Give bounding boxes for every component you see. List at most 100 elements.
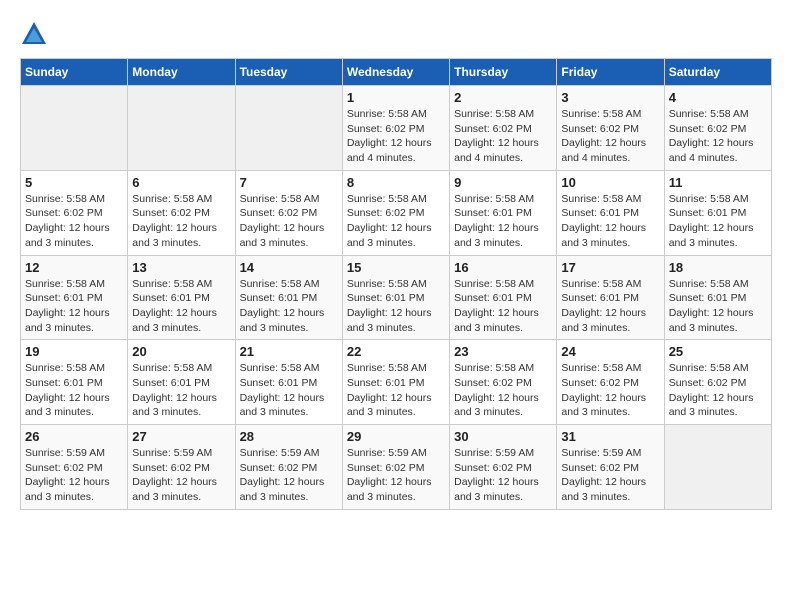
day-number: 19 bbox=[25, 344, 123, 359]
day-info: Sunrise: 5:58 AM Sunset: 6:02 PM Dayligh… bbox=[454, 107, 552, 166]
day-number: 5 bbox=[25, 175, 123, 190]
day-info: Sunrise: 5:58 AM Sunset: 6:01 PM Dayligh… bbox=[132, 277, 230, 336]
day-number: 30 bbox=[454, 429, 552, 444]
calendar-cell bbox=[21, 86, 128, 171]
day-info: Sunrise: 5:58 AM Sunset: 6:01 PM Dayligh… bbox=[347, 277, 445, 336]
day-info: Sunrise: 5:58 AM Sunset: 6:01 PM Dayligh… bbox=[454, 277, 552, 336]
day-info: Sunrise: 5:58 AM Sunset: 6:02 PM Dayligh… bbox=[669, 107, 767, 166]
calendar-cell: 7 Sunrise: 5:58 AM Sunset: 6:02 PM Daylig… bbox=[235, 170, 342, 255]
header-saturday: Saturday bbox=[664, 59, 771, 86]
day-number: 2 bbox=[454, 90, 552, 105]
calendar-cell: 21 Sunrise: 5:58 AM Sunset: 6:01 PM Dayli… bbox=[235, 340, 342, 425]
calendar-week-row: 19 Sunrise: 5:58 AM Sunset: 6:01 PM Dayli… bbox=[21, 340, 772, 425]
calendar-cell: 15 Sunrise: 5:58 AM Sunset: 6:01 PM Dayli… bbox=[342, 255, 449, 340]
day-info: Sunrise: 5:58 AM Sunset: 6:02 PM Dayligh… bbox=[669, 361, 767, 420]
calendar-week-row: 26 Sunrise: 5:59 AM Sunset: 6:02 PM Dayli… bbox=[21, 425, 772, 510]
day-number: 31 bbox=[561, 429, 659, 444]
day-info: Sunrise: 5:58 AM Sunset: 6:02 PM Dayligh… bbox=[347, 107, 445, 166]
day-info: Sunrise: 5:59 AM Sunset: 6:02 PM Dayligh… bbox=[25, 446, 123, 505]
header-monday: Monday bbox=[128, 59, 235, 86]
day-info: Sunrise: 5:58 AM Sunset: 6:02 PM Dayligh… bbox=[25, 192, 123, 251]
day-info: Sunrise: 5:58 AM Sunset: 6:01 PM Dayligh… bbox=[240, 277, 338, 336]
day-number: 21 bbox=[240, 344, 338, 359]
calendar-cell: 16 Sunrise: 5:58 AM Sunset: 6:01 PM Dayli… bbox=[450, 255, 557, 340]
calendar-cell: 8 Sunrise: 5:58 AM Sunset: 6:02 PM Daylig… bbox=[342, 170, 449, 255]
day-info: Sunrise: 5:58 AM Sunset: 6:01 PM Dayligh… bbox=[669, 277, 767, 336]
calendar-cell: 18 Sunrise: 5:58 AM Sunset: 6:01 PM Dayli… bbox=[664, 255, 771, 340]
day-info: Sunrise: 5:58 AM Sunset: 6:01 PM Dayligh… bbox=[132, 361, 230, 420]
logo bbox=[20, 20, 52, 48]
day-number: 1 bbox=[347, 90, 445, 105]
header-tuesday: Tuesday bbox=[235, 59, 342, 86]
day-number: 25 bbox=[669, 344, 767, 359]
day-info: Sunrise: 5:58 AM Sunset: 6:01 PM Dayligh… bbox=[561, 277, 659, 336]
day-number: 10 bbox=[561, 175, 659, 190]
day-info: Sunrise: 5:58 AM Sunset: 6:01 PM Dayligh… bbox=[669, 192, 767, 251]
day-number: 28 bbox=[240, 429, 338, 444]
calendar-cell bbox=[128, 86, 235, 171]
calendar-cell: 12 Sunrise: 5:58 AM Sunset: 6:01 PM Dayli… bbox=[21, 255, 128, 340]
header-wednesday: Wednesday bbox=[342, 59, 449, 86]
calendar-cell: 25 Sunrise: 5:58 AM Sunset: 6:02 PM Dayli… bbox=[664, 340, 771, 425]
header-sunday: Sunday bbox=[21, 59, 128, 86]
day-info: Sunrise: 5:58 AM Sunset: 6:02 PM Dayligh… bbox=[240, 192, 338, 251]
header bbox=[20, 20, 772, 48]
day-number: 27 bbox=[132, 429, 230, 444]
calendar-cell: 9 Sunrise: 5:58 AM Sunset: 6:01 PM Daylig… bbox=[450, 170, 557, 255]
header-thursday: Thursday bbox=[450, 59, 557, 86]
calendar-cell: 23 Sunrise: 5:58 AM Sunset: 6:02 PM Dayli… bbox=[450, 340, 557, 425]
day-info: Sunrise: 5:58 AM Sunset: 6:01 PM Dayligh… bbox=[25, 277, 123, 336]
day-info: Sunrise: 5:59 AM Sunset: 6:02 PM Dayligh… bbox=[132, 446, 230, 505]
day-info: Sunrise: 5:58 AM Sunset: 6:02 PM Dayligh… bbox=[454, 361, 552, 420]
day-number: 22 bbox=[347, 344, 445, 359]
calendar-cell: 2 Sunrise: 5:58 AM Sunset: 6:02 PM Daylig… bbox=[450, 86, 557, 171]
calendar-cell: 5 Sunrise: 5:58 AM Sunset: 6:02 PM Daylig… bbox=[21, 170, 128, 255]
day-number: 16 bbox=[454, 260, 552, 275]
day-number: 15 bbox=[347, 260, 445, 275]
day-info: Sunrise: 5:58 AM Sunset: 6:02 PM Dayligh… bbox=[561, 361, 659, 420]
calendar-cell bbox=[235, 86, 342, 171]
calendar-week-row: 5 Sunrise: 5:58 AM Sunset: 6:02 PM Daylig… bbox=[21, 170, 772, 255]
day-info: Sunrise: 5:59 AM Sunset: 6:02 PM Dayligh… bbox=[240, 446, 338, 505]
day-number: 13 bbox=[132, 260, 230, 275]
day-number: 14 bbox=[240, 260, 338, 275]
calendar-cell: 27 Sunrise: 5:59 AM Sunset: 6:02 PM Dayli… bbox=[128, 425, 235, 510]
calendar-cell: 4 Sunrise: 5:58 AM Sunset: 6:02 PM Daylig… bbox=[664, 86, 771, 171]
day-number: 3 bbox=[561, 90, 659, 105]
day-number: 11 bbox=[669, 175, 767, 190]
calendar-cell: 24 Sunrise: 5:58 AM Sunset: 6:02 PM Dayli… bbox=[557, 340, 664, 425]
day-number: 12 bbox=[25, 260, 123, 275]
day-info: Sunrise: 5:58 AM Sunset: 6:02 PM Dayligh… bbox=[347, 192, 445, 251]
day-info: Sunrise: 5:58 AM Sunset: 6:01 PM Dayligh… bbox=[240, 361, 338, 420]
day-number: 8 bbox=[347, 175, 445, 190]
calendar-cell: 6 Sunrise: 5:58 AM Sunset: 6:02 PM Daylig… bbox=[128, 170, 235, 255]
day-number: 24 bbox=[561, 344, 659, 359]
day-info: Sunrise: 5:58 AM Sunset: 6:02 PM Dayligh… bbox=[132, 192, 230, 251]
day-number: 17 bbox=[561, 260, 659, 275]
calendar-cell: 19Sunrise: 5:58 AM Sunset: 6:01 PM Dayli… bbox=[21, 340, 128, 425]
calendar-header-row: SundayMondayTuesdayWednesdayThursdayFrid… bbox=[21, 59, 772, 86]
calendar-cell: 28 Sunrise: 5:59 AM Sunset: 6:02 PM Dayli… bbox=[235, 425, 342, 510]
day-number: 4 bbox=[669, 90, 767, 105]
calendar-cell: 30 Sunrise: 5:59 AM Sunset: 6:02 PM Dayli… bbox=[450, 425, 557, 510]
day-info: Sunrise: 5:59 AM Sunset: 6:02 PM Dayligh… bbox=[347, 446, 445, 505]
day-number: 6 bbox=[132, 175, 230, 190]
day-number: 23 bbox=[454, 344, 552, 359]
day-number: 26 bbox=[25, 429, 123, 444]
day-info: Sunrise: 5:58 AM Sunset: 6:02 PM Dayligh… bbox=[561, 107, 659, 166]
calendar-cell: 14 Sunrise: 5:58 AM Sunset: 6:01 PM Dayli… bbox=[235, 255, 342, 340]
day-number: 18 bbox=[669, 260, 767, 275]
day-info: Sunrise: 5:59 AM Sunset: 6:02 PM Dayligh… bbox=[561, 446, 659, 505]
header-friday: Friday bbox=[557, 59, 664, 86]
calendar-cell: 26 Sunrise: 5:59 AM Sunset: 6:02 PM Dayli… bbox=[21, 425, 128, 510]
day-number: 9 bbox=[454, 175, 552, 190]
calendar-cell: 1 Sunrise: 5:58 AM Sunset: 6:02 PM Daylig… bbox=[342, 86, 449, 171]
day-info: Sunrise: 5:59 AM Sunset: 6:02 PM Dayligh… bbox=[454, 446, 552, 505]
calendar-cell: 20Sunrise: 5:58 AM Sunset: 6:01 PM Dayli… bbox=[128, 340, 235, 425]
day-number: 7 bbox=[240, 175, 338, 190]
day-info: Sunrise: 5:58 AM Sunset: 6:01 PM Dayligh… bbox=[347, 361, 445, 420]
calendar-cell: 11 Sunrise: 5:58 AM Sunset: 6:01 PM Dayli… bbox=[664, 170, 771, 255]
logo-icon bbox=[20, 20, 48, 48]
day-info: Sunrise: 5:58 AM Sunset: 6:01 PM Dayligh… bbox=[561, 192, 659, 251]
day-info: Sunrise: 5:58 AM Sunset: 6:01 PM Dayligh… bbox=[454, 192, 552, 251]
